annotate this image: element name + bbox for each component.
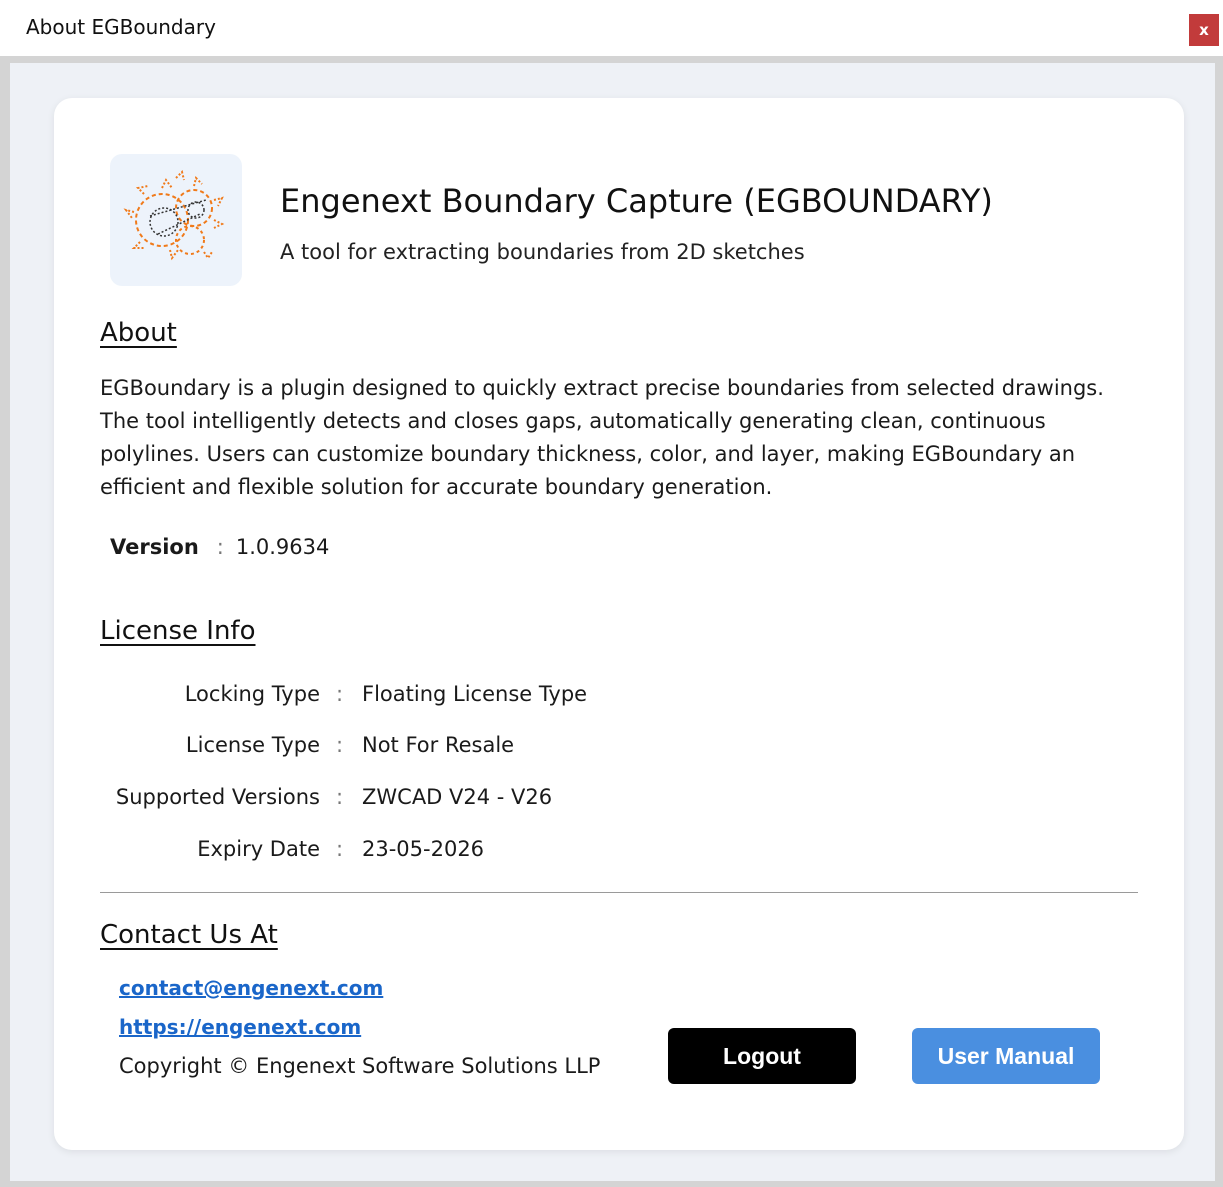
about-heading: About: [100, 318, 177, 348]
license-label: License Type: [185, 733, 320, 757]
about-card: Engenext Boundary Capture (EGBOUNDARY) A…: [54, 98, 1184, 1150]
license-value: Not For Resale: [362, 733, 515, 757]
license-row-expiry-date: Expiry Date : 23-05-2026: [100, 837, 800, 867]
license-separator: :: [336, 733, 344, 757]
license-separator: :: [336, 785, 344, 809]
contact-heading: Contact Us At: [100, 920, 278, 950]
gear-boundary-logo-icon: [123, 170, 225, 261]
email-link[interactable]: contact@engenext.com: [119, 976, 383, 1000]
license-label: Supported Versions: [115, 785, 320, 809]
license-value: Floating License Type: [362, 682, 588, 706]
copyright-text: Copyright © Engenext Software Solutions …: [119, 1054, 601, 1078]
license-row-supported-versions: Supported Versions : ZWCAD V24 - V26: [100, 785, 800, 815]
app-logo: [110, 154, 242, 286]
user-manual-button[interactable]: User Manual: [912, 1028, 1100, 1084]
license-value: ZWCAD V24 - V26: [362, 785, 553, 809]
app-title: Engenext Boundary Capture (EGBOUNDARY): [280, 182, 993, 220]
license-row-license-type: License Type : Not For Resale: [100, 733, 800, 763]
divider: [100, 892, 1138, 893]
version-value: 1.0.9634: [235, 535, 330, 559]
license-value: 23-05-2026: [362, 837, 485, 861]
window-title: About EGBoundary: [26, 15, 216, 39]
license-label: Locking Type: [184, 682, 320, 706]
license-label: Expiry Date: [197, 837, 320, 861]
version-separator: :: [216, 535, 224, 559]
version-row: Version:1.0.9634: [110, 535, 329, 559]
website-link[interactable]: https://engenext.com: [119, 1015, 361, 1039]
logout-button[interactable]: Logout: [668, 1028, 856, 1084]
close-button[interactable]: x: [1189, 14, 1219, 46]
license-row-locking-type: Locking Type : Floating License Type: [100, 682, 800, 712]
about-description: EGBoundary is a plugin designed to quick…: [100, 376, 1104, 499]
license-separator: :: [336, 837, 344, 861]
app-subtitle: A tool for extracting boundaries from 2D…: [280, 240, 805, 264]
version-label: Version: [110, 535, 199, 559]
license-separator: :: [336, 682, 344, 706]
license-heading: License Info: [100, 616, 256, 646]
title-bar: About EGBoundary x: [0, 0, 1223, 56]
